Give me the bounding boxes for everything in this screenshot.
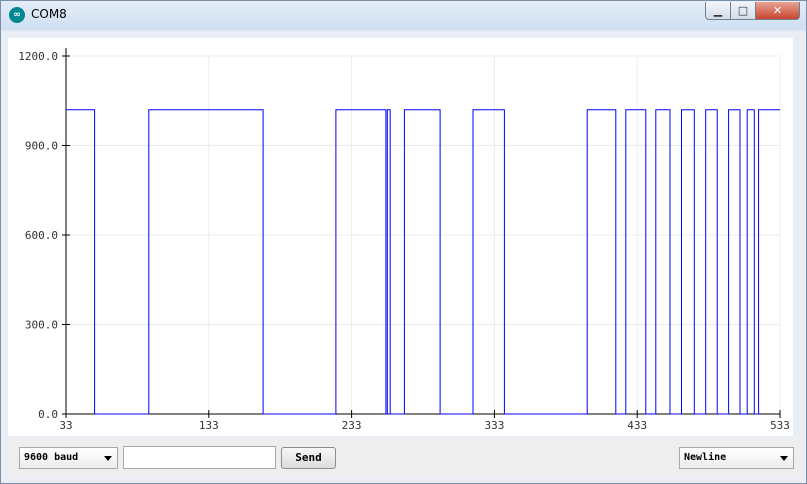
- line-ending-value: Newline: [684, 452, 727, 463]
- plot-chart: 0.0 300.0 600.0 900.0 1200.0 33 133 233 333 433 53…: [18, 48, 790, 432]
- minimize-icon: ▁: [713, 4, 723, 17]
- x-tick-label: 533: [770, 419, 790, 432]
- x-tick-label: 133: [199, 419, 219, 432]
- baud-rate-value: 9600 baud: [24, 452, 79, 463]
- serial-input[interactable]: [123, 446, 276, 469]
- window-title: COM8: [31, 7, 67, 21]
- arduino-icon: ∞: [9, 7, 25, 23]
- y-tick-label: 900.0: [25, 140, 58, 153]
- window-controls: ▁ □ ✕: [705, 2, 800, 22]
- send-button[interactable]: Send: [281, 447, 336, 469]
- close-icon: ✕: [772, 4, 783, 17]
- title-bar[interactable]: ∞ COM8 ▁ □ ✕: [1, 1, 806, 29]
- chevron-down-icon: [104, 456, 112, 461]
- plot-area: 0.0 300.0 600.0 900.0 1200.0 33 133 233 333 433 53…: [8, 38, 793, 436]
- x-tick-label: 433: [627, 419, 647, 432]
- x-tick-label: 333: [484, 419, 504, 432]
- bottom-toolbar: 9600 baud Send Newline: [8, 438, 800, 478]
- y-tick-label: 0.0: [38, 408, 58, 421]
- x-tick-label: 233: [342, 419, 362, 432]
- y-tick-label: 300.0: [25, 319, 58, 332]
- maximize-button[interactable]: □: [731, 2, 756, 20]
- baud-rate-select[interactable]: 9600 baud: [19, 447, 118, 469]
- x-tick-label: 33: [59, 419, 72, 432]
- y-tick-label: 600.0: [25, 229, 58, 242]
- chevron-down-icon: [780, 456, 788, 461]
- maximize-icon: □: [737, 4, 749, 17]
- minimize-button[interactable]: ▁: [705, 2, 731, 20]
- serial-plotter-window: ∞ COM8 ▁ □ ✕ 0.0 300.0 600.0 900.0 1200.0 33 1…: [0, 0, 807, 484]
- line-ending-select[interactable]: Newline: [679, 447, 794, 469]
- series-line: [66, 109, 780, 415]
- y-tick-label: 1200.0: [18, 50, 58, 63]
- close-button[interactable]: ✕: [756, 2, 800, 20]
